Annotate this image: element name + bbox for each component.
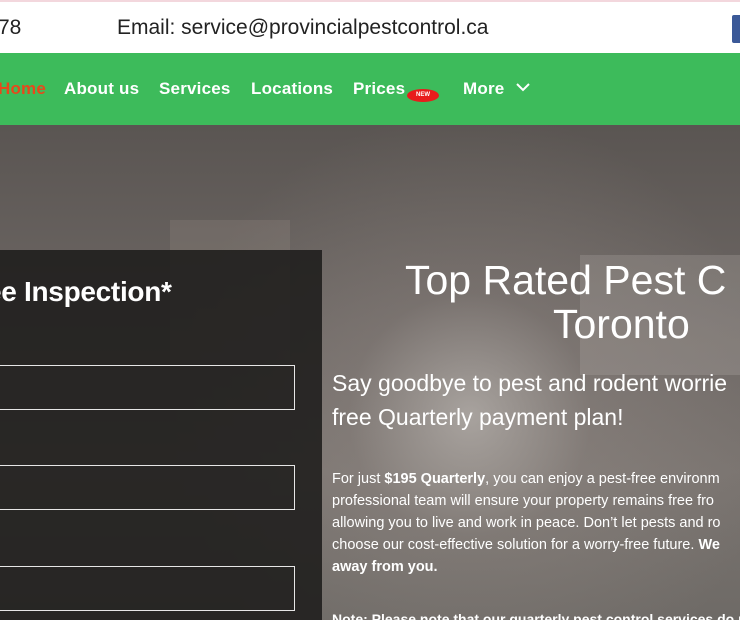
body-line-5: away from you.	[332, 556, 740, 578]
top-contact-bar: 78 Email: service@provincialpestcontrol.…	[0, 0, 740, 53]
body-text: choose our cost-effective solution for a…	[332, 537, 699, 553]
nav-home[interactable]: Home	[0, 79, 46, 99]
hero-subtitle-line-1: Say goodbye to pest and rodent worrie	[332, 370, 728, 396]
price-highlight: $195 Quarterly	[384, 471, 486, 487]
form-input-2[interactable]	[0, 465, 295, 510]
body-line-4: choose our cost-effective solution for a…	[332, 534, 740, 556]
email-link[interactable]: Email: service@provincialpestcontrol.ca	[117, 16, 488, 40]
hero-title-line-2: Toronto	[553, 301, 690, 347]
form-input-1[interactable]	[0, 365, 295, 410]
body-line-2: professional team will ensure your prope…	[332, 493, 714, 509]
nav-more[interactable]: More	[463, 79, 504, 99]
body-bold-text: away from you.	[332, 559, 438, 575]
chevron-down-icon[interactable]	[515, 79, 531, 95]
body-bold-text: We	[698, 537, 720, 553]
hero-title: Top Rated Pest C Toronto	[405, 257, 740, 346]
hero-subtitle-line-2: free Quarterly payment plan!	[332, 404, 624, 430]
hero-body-text: For just $195 Quarterly, you can enjoy a…	[332, 468, 740, 578]
nav-about-us[interactable]: About us	[64, 79, 139, 99]
facebook-icon[interactable]	[732, 15, 740, 43]
hero-subtitle: Say goodbye to pest and rodent worrie fr…	[332, 366, 727, 434]
new-badge: NEW	[407, 89, 439, 102]
body-text: For just	[332, 471, 385, 487]
form-input-3[interactable]	[0, 566, 295, 611]
nav-locations[interactable]: Locations	[251, 79, 333, 99]
body-line-3: allowing you to live and work in peace. …	[332, 515, 721, 531]
phone-number[interactable]: 78	[0, 16, 21, 40]
note-text: Note: Please note that our quarterly pes…	[332, 611, 740, 627]
body-text: , you can enjoy a pest-free environm	[485, 471, 720, 487]
body-line-1: For just $195 Quarterly, you can enjoy a…	[332, 468, 740, 490]
form-title: ee Inspection*	[0, 276, 172, 307]
hero-title-line-1: Top Rated Pest C	[405, 257, 727, 303]
nav-prices[interactable]: Prices	[353, 79, 405, 99]
nav-services[interactable]: Services	[159, 79, 231, 99]
